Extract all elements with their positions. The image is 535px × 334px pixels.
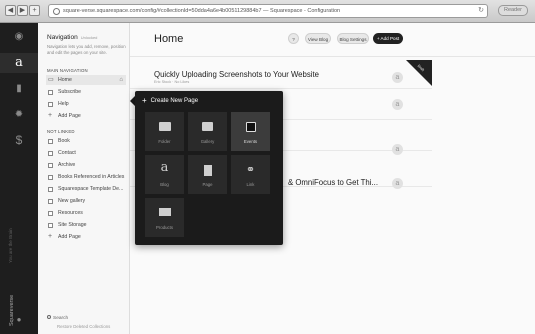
tile-link[interactable]: ⚭ Link — [231, 155, 270, 194]
back-icon[interactable]: ◀ — [5, 5, 16, 16]
page-icon — [48, 151, 53, 156]
refresh-icon[interactable]: ↻ — [478, 5, 484, 17]
create-page-title: + Create New Page — [142, 96, 199, 105]
browser-nav-buttons: ◀ ▶ + — [5, 5, 40, 16]
avatar: a — [392, 72, 403, 83]
page-icon — [48, 163, 53, 168]
products-icon — [145, 208, 184, 219]
tile-gallery[interactable]: Gallery — [188, 112, 227, 151]
nav-item-archive[interactable]: Archive — [46, 160, 126, 170]
plus-icon: + — [142, 96, 147, 105]
header-divider — [130, 56, 535, 57]
page-icon — [48, 175, 53, 180]
app-sidebar: ◉ a ▮ ✹ $ You are the Brain Squareverse … — [0, 23, 38, 334]
restore-deleted-link[interactable]: Restore Deleted Collections — [57, 324, 110, 329]
not-linked-heading: NOT LINKED — [47, 129, 75, 134]
page-icon — [188, 165, 227, 179]
search-icon — [47, 315, 51, 319]
main-navigation-heading: MAIN NAVIGATION — [47, 68, 88, 73]
help-icon[interactable]: ● — [0, 315, 38, 324]
reader-button[interactable]: Reader — [498, 5, 528, 16]
calendar-icon — [231, 122, 270, 135]
gallery-icon — [188, 122, 227, 134]
browser-toolbar: ◀ ▶ + square-verse.squarespace.com/confi… — [0, 0, 535, 23]
nav-item-home[interactable]: ▭ Home ⌂ — [46, 75, 126, 85]
blog-settings-button[interactable]: Blog Settings — [337, 33, 369, 44]
page-icon — [48, 139, 53, 144]
post-row[interactable]: Quickly Uploading Screenshots to Your We… — [130, 63, 432, 89]
nav-item-squarespace-template[interactable]: Squarespace Template De... — [46, 184, 126, 194]
nav-item-contact[interactable]: Contact — [46, 148, 126, 158]
nav-item-book[interactable]: Book — [46, 136, 126, 146]
navigation-description: Navigation lets you add, remove, positio… — [47, 44, 126, 55]
nav-item-new-gallery[interactable]: New gallery — [46, 196, 126, 206]
nav-item-help[interactable]: Help — [46, 99, 126, 109]
rail-tagline: You are the Brain — [8, 228, 13, 263]
avatar: a — [392, 99, 403, 110]
page-title: Home — [154, 33, 184, 45]
tile-events[interactable]: Events — [231, 112, 270, 151]
nav-item-books-referenced[interactable]: Books Referenced in Articles — [46, 172, 126, 182]
page-icon — [48, 102, 53, 107]
blog-icon: a — [160, 160, 169, 175]
chart-icon[interactable]: ▮ — [0, 83, 38, 94]
add-page-not-linked[interactable]: + Add Page — [46, 232, 126, 242]
unlocked-label[interactable]: Unlocked — [81, 35, 98, 40]
post-meta: Eric Stock · No Likes — [154, 80, 190, 84]
plus-icon: + — [48, 112, 53, 119]
page-icon — [48, 187, 53, 192]
tile-blog[interactable]: a Blog — [145, 155, 184, 194]
page-icon — [48, 223, 53, 228]
forward-icon[interactable]: ▶ — [17, 5, 28, 16]
page-icon — [48, 211, 53, 216]
post-title[interactable]: & OmniFocus to Get Thi... — [288, 178, 378, 187]
gear-icon[interactable]: ✹ — [0, 109, 38, 120]
nav-item-subscribe[interactable]: Subscribe — [46, 87, 126, 97]
nav-item-site-storage[interactable]: Site Storage — [46, 220, 126, 230]
globe-icon — [53, 8, 60, 15]
navigation-panel: Navigation Unlocked Navigation lets you a… — [38, 23, 130, 334]
add-tab-icon[interactable]: + — [29, 5, 40, 16]
search-link[interactable]: Search — [47, 315, 68, 321]
eye-icon[interactable]: ◉ — [0, 31, 38, 42]
add-post-button[interactable]: + Add Post — [373, 33, 403, 44]
create-page-popup: + Create New Page Folder Gallery Events a… — [135, 91, 283, 245]
avatar: a — [392, 178, 403, 189]
link-icon: ⚭ — [245, 164, 256, 176]
tile-products[interactable]: Products — [145, 198, 184, 237]
home-icon: ⌂ — [119, 77, 123, 83]
post-title[interactable]: Quickly Uploading Screenshots to Your We… — [154, 70, 319, 79]
page-icon — [48, 90, 53, 95]
address-bar[interactable]: square-verse.squarespace.com/config/#col… — [48, 4, 488, 18]
logo-icon[interactable]: a — [0, 53, 38, 73]
tile-folder[interactable]: Folder — [145, 112, 184, 151]
navigation-title: Navigation Unlocked — [47, 34, 98, 41]
nav-item-resources[interactable]: Resources — [46, 208, 126, 218]
plus-icon: + — [48, 233, 53, 240]
folder-icon — [145, 122, 184, 134]
gallery-icon — [48, 199, 53, 204]
view-blog-button[interactable]: View Blog — [305, 33, 331, 44]
tile-page[interactable]: Page — [188, 155, 227, 194]
help-button[interactable]: ? — [288, 33, 299, 44]
address-text: square-verse.squarespace.com/config/#col… — [63, 8, 341, 14]
add-page-main[interactable]: + Add Page — [46, 111, 126, 121]
dollar-icon[interactable]: $ — [0, 133, 38, 147]
home-page-icon: ▭ — [48, 77, 54, 83]
